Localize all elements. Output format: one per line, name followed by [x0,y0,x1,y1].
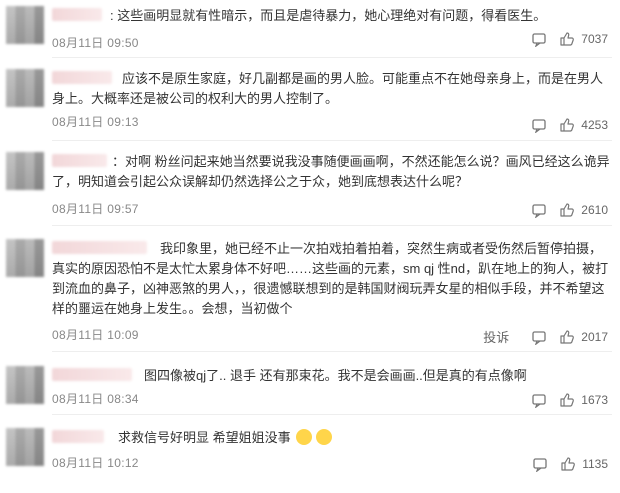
thumbs-up-icon [560,32,575,46]
like-count: 2017 [581,329,608,344]
avatar[interactable] [6,239,44,277]
comment-actions: 投诉 2017 [483,327,608,346]
avatar[interactable] [6,366,44,404]
comment-text: ：对啊 粉丝问起来她当然要说我没事随便画画啊，不然还能怎么说？画风已经这么诡异了… [52,154,610,189]
timestamp: 08月11日 10:12 [52,456,139,470]
like-button[interactable]: 4253 [559,117,608,133]
comment-icon[interactable] [531,392,547,408]
comment-actions: 2610 [531,202,608,218]
timestamp: 08月11日 09:50 [52,36,139,50]
comment-icon[interactable] [531,202,547,218]
comment-text: : 这些画明显就有性暗示，而且是虐待暴力，她心理绝对有问题，得看医生。 [110,8,547,23]
divider [52,225,612,226]
comment-actions: 4253 [531,117,608,133]
comment-icon[interactable] [531,117,547,133]
avatar[interactable] [6,428,44,466]
like-button[interactable]: 7037 [559,31,608,47]
comment-icon[interactable] [531,329,547,345]
report-link[interactable]: 投诉 [483,327,509,346]
like-count: 7037 [581,32,608,46]
divider [52,57,612,58]
comment-actions: 1135 [532,456,608,472]
like-count: 2610 [581,203,608,217]
comment-list: : 这些画明显就有性暗示，而且是虐待暴力，她心理绝对有问题，得看医生。 08月1… [0,0,620,493]
timestamp: 08月11日 08:34 [52,392,139,406]
divider [52,140,612,141]
timestamp: 08月11日 10:09 [52,328,139,342]
like-count: 4253 [581,118,608,132]
thumbs-up-icon [560,393,575,407]
comment-icon[interactable] [532,456,548,472]
thumbs-up-icon [561,457,576,471]
like-button[interactable]: 2017 [559,329,608,345]
comment-text: 求救信号好明显 希望姐姐没事 [52,428,610,448]
like-count: 1135 [582,457,608,471]
comment-actions: 7037 [531,31,608,47]
timestamp: 08月11日 09:57 [52,202,139,216]
like-button[interactable]: 1135 [560,456,608,472]
emoji-icon [316,429,333,445]
like-button[interactable]: 2610 [559,202,608,218]
emoji-icon [296,429,313,445]
thumbs-up-icon [560,203,575,217]
avatar[interactable] [6,69,44,107]
like-count: 1673 [581,393,608,407]
comment-text: 我印象里，她已经不止一次拍戏拍着拍着，突然生病或者受伤然后暂停拍摄，真实的原因恐… [52,241,609,316]
comment-text: 图四像被qj了.. 退手 还有那束花。我不是会画画..但是真的有点像啊 [144,368,527,383]
divider [52,414,612,415]
avatar[interactable] [6,6,44,44]
comment-icon[interactable] [531,31,547,47]
divider [52,351,612,352]
comment-text: 应该不是原生家庭，好几副都是画的男人脸。可能重点不在她母亲身上，而是在男人身上。… [52,71,604,106]
timestamp: 08月11日 09:13 [52,115,139,129]
comment-actions: 1673 [531,392,608,408]
thumbs-up-icon [560,118,575,132]
avatar[interactable] [6,152,44,190]
like-button[interactable]: 1673 [559,392,608,408]
thumbs-up-icon [560,329,575,344]
